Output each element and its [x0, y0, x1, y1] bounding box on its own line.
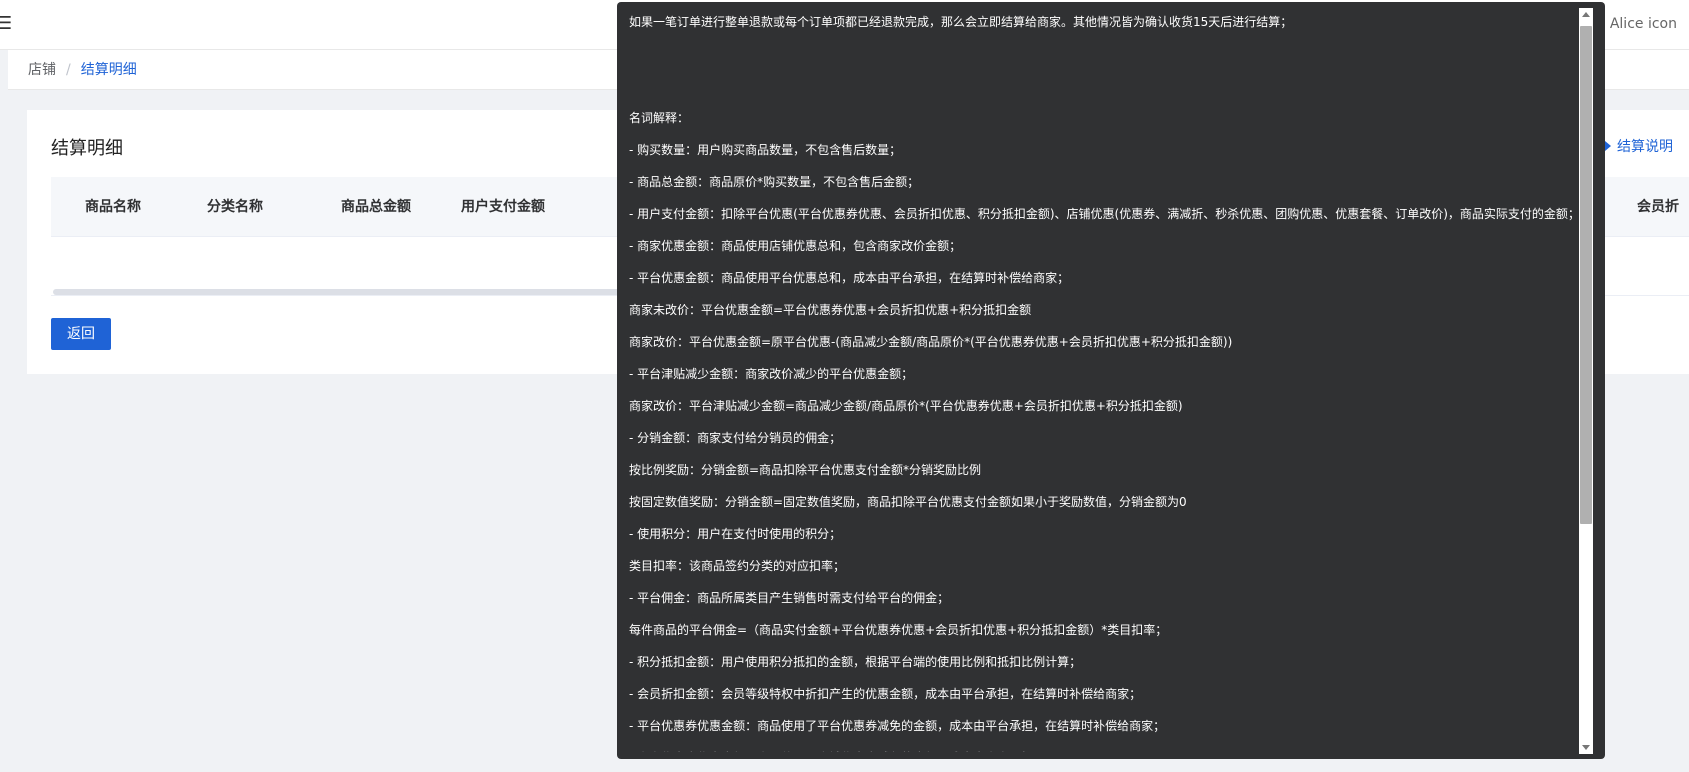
column-header: 会员折	[1637, 199, 1679, 215]
breadcrumb-separator: /	[66, 62, 71, 78]
tooltip-line: - 购买数量：用户购买商品数量，不包含售后数量；	[629, 143, 902, 157]
tooltip-line	[629, 76, 1581, 96]
tooltip-line: 按固定数值奖励：分销金额=固定数值奖励，商品扣除平台优惠支付金额如果小于奖励数值…	[629, 495, 1187, 509]
tooltip-line: - 平台优惠金额：商品使用平台优惠总和，成本由平台承担，在结算时补偿给商家；	[629, 271, 1070, 285]
tooltip-line: 商家改价：平台津贴减少金额=商品减少金额/商品原价*(平台优惠券优惠+会员折扣优…	[629, 399, 1183, 413]
tooltip-line: - 会员折扣金额：会员等级特权中折扣产生的优惠金额，成本由平台承担，在结算时补偿…	[629, 687, 1142, 701]
tooltip-line: 商家改价：平台优惠金额=原平台优惠-(商品减少金额/商品原价*(平台优惠券优惠+…	[629, 335, 1233, 349]
tooltip-line: - 积分抵扣金额：用户使用积分抵扣的金额，根据平台端的使用比例和抵扣比例计算；	[629, 655, 1082, 669]
back-button[interactable]: 返回	[51, 318, 111, 350]
tooltip-line: 每件商品的平台佣金=（商品实付金额+平台优惠券优惠+会员折扣优惠+积分抵扣金额）…	[629, 623, 1168, 637]
column-header: 用户支付金额	[461, 199, 545, 215]
tooltip-line: 如果一笔订单进行整单退款或每个订单项都已经退款完成，那么会立即结算给商家。其他情…	[629, 15, 1293, 29]
tooltip-line: - 分销金额：商家支付给分销员的佣金；	[629, 431, 842, 445]
settlement-explain-link[interactable]: 结算说明	[1605, 136, 1673, 156]
settlement-explanation-tooltip: 如果一笔订单进行整单退款或每个订单项都已经退款完成，那么会立即结算给商家。其他情…	[617, 2, 1605, 759]
tooltip-line: - 平台佣金：商品所属类目产生销售时需支付给平台的佣金；	[629, 591, 950, 605]
tooltip-line: - 平台优惠券优惠金额：商品使用了平台优惠券减免的金额，成本由平台承担，在结算时…	[629, 719, 1166, 733]
tooltip-line: 按比例奖励：分销金额=商品扣除平台优惠支付金额*分销奖励比例	[629, 463, 982, 477]
column-header: 分类名称	[207, 199, 263, 215]
tooltip-line: - 商家优惠金额：商品使用店铺优惠总和，包含商家改价金额；	[629, 239, 962, 253]
tooltip-line: 类目扣率：该商品签约分类的对应扣率；	[629, 559, 846, 573]
user-avatar-label[interactable]: Alice icon	[1610, 16, 1677, 32]
scrollbar-thumb[interactable]	[1580, 26, 1592, 524]
scroll-down-icon[interactable]	[1582, 745, 1590, 750]
tooltip-line: - 使用积分：用户在支付时使用的积分；	[629, 527, 842, 541]
tooltip-line: - 平台津贴减少金额：商家改价减少的平台优惠金额；	[629, 367, 914, 381]
tooltip-scrollbar[interactable]	[1579, 8, 1593, 754]
scroll-up-icon[interactable]	[1582, 12, 1590, 17]
tooltip-line: - 用户支付金额：扣除平台优惠(平台优惠券优惠、会员折扣优惠、积分抵扣金额)、店…	[629, 207, 1580, 221]
breadcrumb-shop[interactable]: 店铺	[28, 62, 56, 78]
tooltip-line	[629, 44, 1581, 64]
tooltip-line: - 商品总金额：商品原价*购买数量，不包含售后金额；	[629, 175, 920, 189]
page-title: 结算明细	[51, 138, 123, 159]
breadcrumb-current: 结算明细	[80, 62, 137, 78]
column-header: 商品总金额	[341, 199, 411, 215]
column-header: 商品名称	[85, 199, 141, 215]
tooltip-line: 商家未改价：平台优惠金额=平台优惠券优惠+会员折扣优惠+积分抵扣金额	[629, 303, 1032, 317]
menu-icon[interactable]: ☰	[0, 14, 12, 34]
tooltip-line: - 商家优惠券优惠金额：商品使用了店铺优惠券减免的金额，成本由商家承担；	[629, 748, 1581, 752]
tooltip-line: 名词解释：	[629, 111, 690, 125]
tooltip-content: 如果一笔订单进行整单退款或每个订单项都已经退款完成，那么会立即结算给商家。其他情…	[629, 12, 1581, 752]
